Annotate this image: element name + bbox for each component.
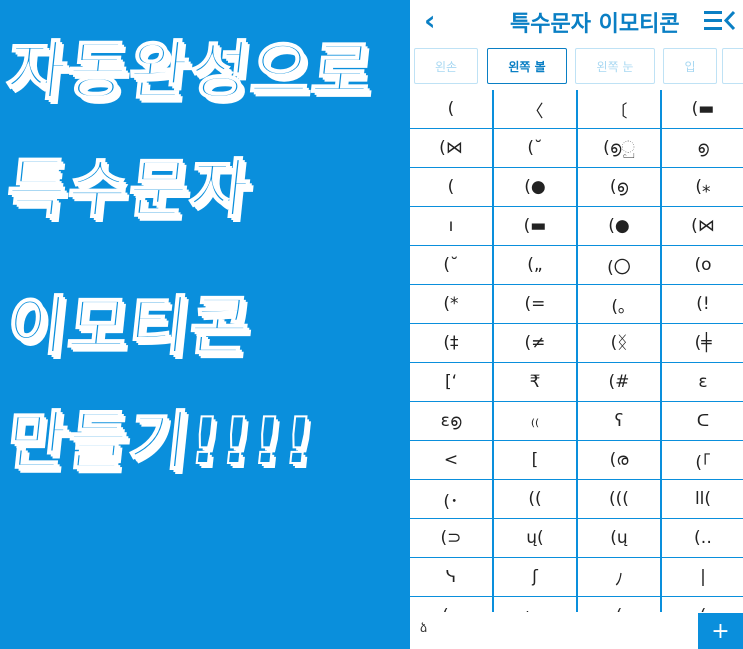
emoticon-cell[interactable]: (˘ [410, 246, 492, 284]
grid-divider [410, 245, 743, 246]
tab-2[interactable]: 왼쪽 눈 [575, 48, 655, 84]
emoticon-cell[interactable]: (╪ [662, 324, 743, 362]
emoticon-cell[interactable]: (･ [410, 480, 492, 518]
emoticon-cell[interactable]: (▬ [494, 207, 576, 245]
emoticon-cell[interactable]: (⊃ [410, 519, 492, 557]
emoticon-cell[interactable]: (= [494, 285, 576, 323]
emoticon-input[interactable]: ձ [420, 621, 427, 635]
emoticon-cell[interactable]: (˘ [494, 129, 576, 167]
emoticon-cell[interactable]: ( [410, 168, 492, 206]
grid-divider [410, 167, 743, 168]
add-button[interactable]: + [698, 613, 743, 649]
emoticon-cell[interactable]: (〇 [578, 246, 660, 284]
chevron-left-icon[interactable]: ‹ [424, 4, 436, 37]
emoticon-cell[interactable]: ʃ [494, 558, 576, 596]
emoticon-cell[interactable]: („ [494, 246, 576, 284]
emoticon-cell[interactable]: (⋈ [662, 207, 743, 245]
emoticon-cell[interactable]: ll( [662, 480, 743, 518]
emoticon-cell[interactable]: [ʻ [410, 363, 492, 401]
promo-panel: 자동완성으로 특수문자 이모티콘 만들기!!!! [0, 0, 410, 649]
grid-divider [576, 90, 578, 612]
emoticon-cell[interactable]: (ര [578, 441, 660, 479]
emoticon-cell[interactable]: (൭ු [578, 129, 660, 167]
emoticon-cell[interactable]: (｡ [578, 285, 660, 323]
emoticon-cell[interactable]: ų( [494, 519, 576, 557]
emoticon-cell[interactable]: (‥ [410, 597, 492, 612]
emoticon-cell[interactable]: (● [578, 207, 660, 245]
promo-line-3: 이모티콘 [2, 289, 255, 365]
promo-line-1: 자동완성으로 [2, 34, 377, 110]
emoticon-cell[interactable]: (‡ [410, 324, 492, 362]
top-bar: ‹ 특수문자 이모티콘 [410, 0, 743, 42]
tab-0[interactable]: 왼손 [414, 48, 478, 84]
grid-divider [410, 401, 743, 402]
emoticon-cell[interactable]: (‥ [662, 519, 743, 557]
emoticon-cell[interactable]: (⁎ [662, 168, 743, 206]
emoticon-cell[interactable]: (# [578, 363, 660, 401]
emoticon-cell[interactable]: (* [410, 285, 492, 323]
emoticon-cell[interactable]: ﾉ [578, 558, 660, 596]
emoticon-cell[interactable]: (≠ [494, 324, 576, 362]
grid-divider [410, 596, 743, 597]
emoticon-cell[interactable]: ı [410, 207, 492, 245]
emoticon-cell[interactable]: ₍₍ [494, 402, 576, 440]
tab-4[interactable] [722, 48, 743, 84]
emoticon-cell[interactable]: 〈 [494, 90, 576, 128]
promo-line-4: 만들기!!!! [2, 404, 319, 480]
emoticon-cell[interactable]: < [410, 441, 492, 479]
grid-divider [410, 206, 743, 207]
emoticon-grid: (〈〔 (▬ (⋈ (˘ (൭ු ൭((● (൭ (⁎ ı (▬ (● (⋈ (˘ („ (〇 (o (* (=(… [410, 90, 743, 612]
emoticon-cell[interactable]: ( [410, 90, 492, 128]
emoticon-cell[interactable]: (o [662, 246, 743, 284]
grid-divider [410, 557, 743, 558]
grid-divider [410, 284, 743, 285]
grid-divider [492, 90, 494, 612]
emoticon-cell[interactable]: (൭ [578, 168, 660, 206]
grid-divider [410, 479, 743, 480]
emoticon-cell[interactable]: (ᛝ [578, 324, 660, 362]
grid-divider [660, 90, 662, 612]
grid-divider [410, 323, 743, 324]
emoticon-cell[interactable]: ᑕ [662, 402, 743, 440]
bottom-bar: ձ + [410, 613, 743, 649]
emoticon-cell[interactable]: ((( [578, 480, 660, 518]
emoticon-cell[interactable]: ( [578, 597, 660, 612]
emoticon-cell[interactable]: (● [494, 168, 576, 206]
emoticon-cell[interactable]: ( [662, 597, 743, 612]
grid-divider [410, 128, 743, 129]
emoticon-cell[interactable]: ൭ [662, 129, 743, 167]
emoticon-cell[interactable]: 〔 [578, 90, 660, 128]
emoticon-cell[interactable]: ᓭ [410, 558, 492, 596]
emoticon-cell[interactable]: (! [662, 285, 743, 323]
app-panel: ‹ 특수문자 이모티콘 왼손 왼쪽 볼 왼쪽 눈입 (〈〔 (▬ (⋈ (˘ (൭ු ൭((●… [410, 0, 743, 649]
emoticon-cell[interactable]: (▬ [662, 90, 743, 128]
emoticon-cell[interactable]: | [662, 558, 743, 596]
emoticon-cell[interactable]: (「 [662, 441, 743, 479]
emoticon-cell[interactable]: ɛ [662, 363, 743, 401]
grid-divider [410, 440, 743, 441]
emoticon-cell[interactable]: ɛ൭ [410, 402, 492, 440]
emoticon-cell[interactable]: (⋈ [410, 129, 492, 167]
category-tabs: 왼손 왼쪽 볼 왼쪽 눈입 [410, 46, 743, 88]
emoticon-cell[interactable]: (ヽ [494, 597, 576, 613]
grid-divider [410, 362, 743, 363]
emoticon-cell[interactable]: ʕ [578, 402, 660, 440]
page-title: 특수문자 이모티콘 [510, 12, 680, 37]
emoticon-cell[interactable]: (( [494, 480, 576, 518]
menu-arrow-icon[interactable] [702, 8, 738, 34]
emoticon-cell[interactable]: [ [494, 441, 576, 479]
grid-divider [410, 518, 743, 519]
tab-1[interactable]: 왼쪽 볼 [487, 48, 567, 84]
emoticon-cell[interactable]: (ų [578, 519, 660, 557]
promo-line-2: 특수문자 [2, 152, 255, 228]
emoticon-cell[interactable]: ₹ [494, 363, 576, 401]
tab-3[interactable]: 입 [663, 48, 717, 84]
